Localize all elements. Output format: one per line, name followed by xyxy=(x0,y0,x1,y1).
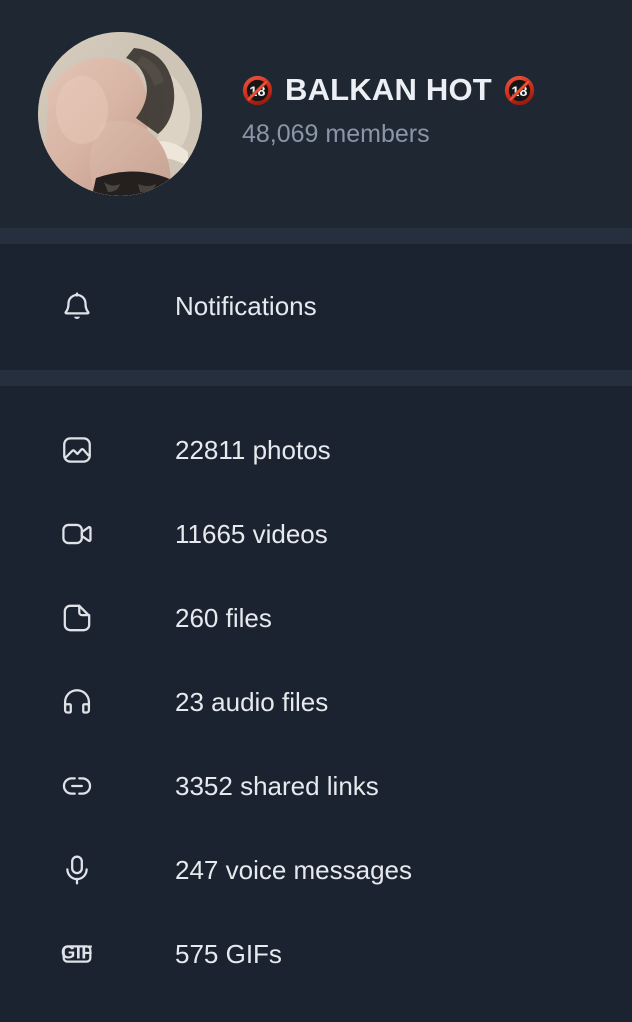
notifications-label: Notifications xyxy=(175,291,317,321)
media-row-label: 23 audio files xyxy=(175,687,329,717)
avatar[interactable] xyxy=(38,32,202,196)
media-row-label: 260 files xyxy=(175,603,272,633)
no-under-18-badge-left-icon: 18 xyxy=(242,75,273,105)
media-row-label: 22811 photos xyxy=(175,435,331,465)
page-title: 18 BALKAN HOT 18 xyxy=(242,73,535,107)
profile-text-block: 18 BALKAN HOT 18 xyxy=(242,73,535,155)
profile-header: 18 BALKAN HOT 18 xyxy=(0,0,632,228)
shared-media-section: 22811 photos 11665 videos 260 files 23 a… xyxy=(0,386,632,1022)
page-title-text: BALKAN HOT xyxy=(285,72,492,108)
headphones-icon xyxy=(58,683,96,721)
media-row-voice[interactable]: 247 voice messages xyxy=(0,828,632,912)
media-row-audio[interactable]: 23 audio files xyxy=(0,660,632,744)
media-row-videos[interactable]: 11665 videos xyxy=(0,492,632,576)
gif-icon: GIF xyxy=(58,935,96,973)
link-icon xyxy=(58,767,96,805)
media-row-photos[interactable]: 22811 photos xyxy=(0,408,632,492)
media-row-links[interactable]: 3352 shared links xyxy=(0,744,632,828)
media-row-label: 575 GIFs xyxy=(175,939,282,969)
microphone-icon xyxy=(58,851,96,889)
video-icon xyxy=(58,515,96,553)
notifications-row[interactable]: Notifications xyxy=(0,264,632,348)
media-row-label: 3352 shared links xyxy=(175,771,379,801)
member-count: 48,069 members xyxy=(242,120,430,149)
file-icon xyxy=(58,599,96,637)
avatar-photo xyxy=(38,32,202,196)
media-row-gifs[interactable]: GIF 575 GIFs xyxy=(0,912,632,996)
photo-icon xyxy=(58,431,96,469)
media-row-label: 11665 videos xyxy=(175,519,328,549)
no-under-18-badge-right-icon: 18 xyxy=(504,75,535,105)
section-divider-middle xyxy=(0,370,632,386)
svg-text:GIF: GIF xyxy=(61,941,93,962)
media-row-files[interactable]: 260 files xyxy=(0,576,632,660)
bell-icon xyxy=(58,287,96,325)
notifications-section: Notifications xyxy=(0,244,632,370)
media-row-label: 247 voice messages xyxy=(175,855,413,885)
chat-info-panel: 18 BALKAN HOT 18 xyxy=(0,0,632,1022)
section-divider-top xyxy=(0,228,632,244)
